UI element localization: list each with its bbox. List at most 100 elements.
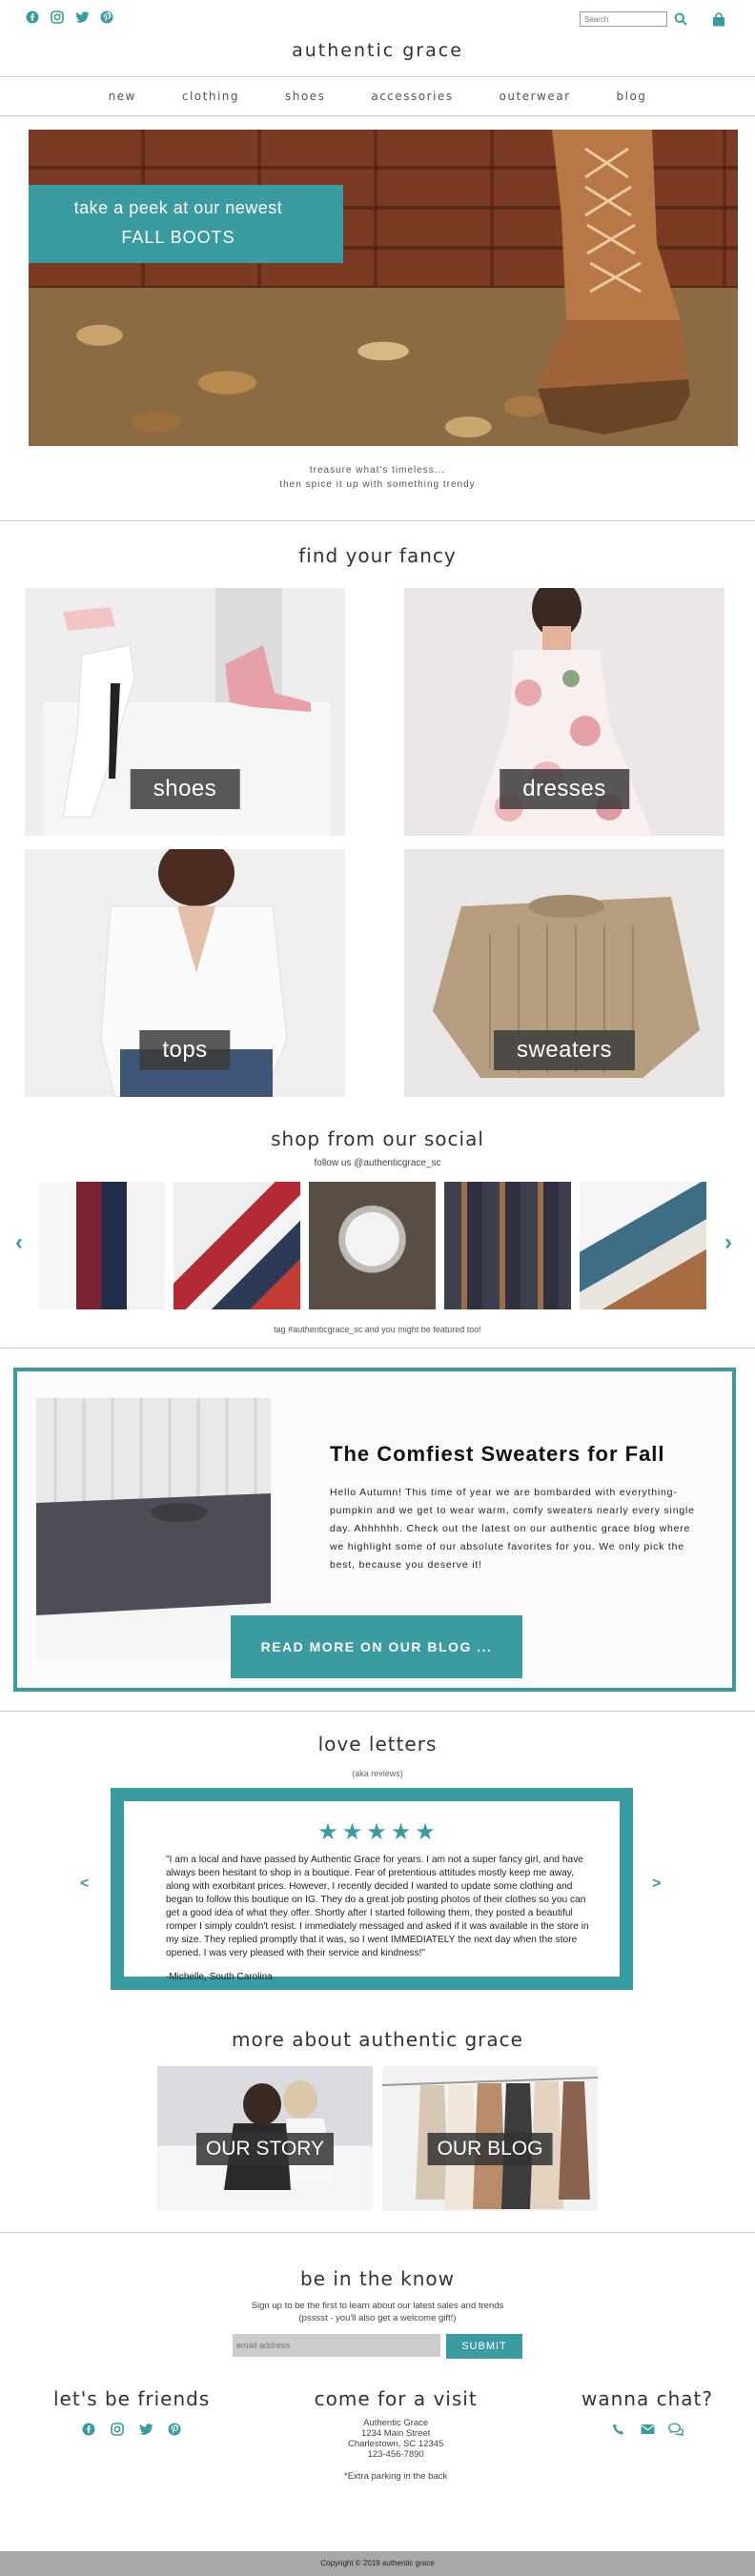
copyright-bar: Copyright © 2019 authentic grace	[0, 2551, 755, 2576]
footer-chat: wanna chat?	[582, 2387, 713, 2482]
category-card-shoes[interactable]: shoes	[25, 588, 345, 836]
newsletter-line-2: (psssst - you'll also get a welcome gift…	[298, 2313, 457, 2323]
facebook-icon[interactable]	[81, 2422, 96, 2437]
divider	[0, 520, 755, 521]
address-line: Authentic Grace	[363, 2418, 429, 2428]
tagline-line-1: treasure what's timeless...	[309, 465, 446, 476]
hero-line-1: take a peek at our newest	[73, 198, 283, 217]
social-post[interactable]	[444, 1182, 571, 1309]
address-line: Charlestown, SC 12345	[347, 2439, 444, 2449]
star-rating-icon: ★★★★★	[317, 1819, 439, 1845]
category-label-shoes: shoes	[130, 769, 240, 809]
nav-item-new[interactable]: new	[109, 90, 136, 103]
hero-callout[interactable]: take a peek at our newest FALL BOOTS	[29, 185, 343, 263]
social-post[interactable]	[173, 1182, 300, 1309]
category-label-dresses: dresses	[500, 769, 629, 809]
review-card: ★★★★★ "I am a local and have passed by A…	[111, 1788, 633, 1990]
nav-item-clothing[interactable]: clothing	[182, 90, 239, 103]
social-post[interactable]	[309, 1182, 436, 1309]
pinterest-icon[interactable]	[167, 2422, 182, 2437]
category-label-tops: tops	[139, 1030, 231, 1070]
review-prev-icon[interactable]: <	[80, 1876, 89, 1893]
friends-title: let's be friends	[53, 2387, 211, 2410]
nav-item-accessories[interactable]: accessories	[371, 90, 453, 103]
footer-friends: let's be friends	[53, 2387, 210, 2482]
divider	[0, 1711, 755, 1712]
twitter-icon[interactable]	[74, 10, 90, 25]
read-blog-button[interactable]: READ MORE ON OUR BLOG ...	[231, 1615, 522, 1678]
our-story-card[interactable]: OUR STORY	[157, 2066, 373, 2211]
fancy-title: find your fancy	[298, 544, 457, 567]
tagline: treasure what's timeless... then spice i…	[0, 463, 755, 492]
about-title: more about authentic grace	[232, 2028, 523, 2051]
carousel-prev-icon[interactable]: ‹	[15, 1229, 23, 1256]
social-links-top	[25, 10, 114, 25]
address-line: 1234 Main Street	[360, 2428, 431, 2439]
category-card-sweaters[interactable]: sweaters	[404, 849, 724, 1097]
hero-banner[interactable]: take a peek at our newest FALL BOOTS	[29, 130, 738, 446]
search-input[interactable]	[580, 11, 667, 27]
facebook-icon[interactable]	[25, 10, 40, 25]
twitter-icon[interactable]	[138, 2422, 153, 2437]
main-nav: new clothing shoes accessories outerwear…	[0, 76, 755, 116]
about-grid: OUR STORY OUR BLOG	[0, 2066, 755, 2211]
visit-title: come for a visit	[314, 2387, 478, 2410]
envelope-icon[interactable]	[640, 2422, 655, 2437]
footer-social-icons	[53, 2422, 210, 2437]
tag-note: tag #authenticgrace_sc and you might be …	[274, 1325, 481, 1334]
boot-image	[538, 130, 690, 435]
contact-icons	[582, 2422, 713, 2437]
footer-visit: come for a visit Authentic Grace 1234 Ma…	[315, 2387, 478, 2482]
our-story-label: OUR STORY	[195, 2133, 335, 2165]
footer: let's be friends come for a visit Authen…	[0, 2387, 755, 2482]
nav-item-shoes[interactable]: shoes	[285, 90, 325, 103]
phone-icon[interactable]	[611, 2422, 626, 2437]
shopping-bag-icon[interactable]	[711, 11, 726, 27]
search-area	[580, 11, 726, 27]
store-address: Authentic Grace 1234 Main Street Charles…	[315, 2418, 478, 2460]
social-carousel: ‹ ›	[0, 1182, 755, 1309]
reviews-subtitle: (aka reviews)	[352, 1769, 403, 1778]
fancy-grid: shoes dresses tops sweaters	[25, 588, 724, 1097]
nav-item-outerwear[interactable]: outerwear	[500, 90, 571, 103]
social-title: shop from our social	[271, 1127, 484, 1150]
subscribe-form: SUBMIT	[0, 2334, 755, 2359]
chat-title: wanna chat?	[582, 2387, 713, 2410]
social-post[interactable]	[580, 1182, 706, 1309]
search-icon[interactable]	[673, 11, 688, 27]
newsletter-line-1: Sign up to be the first to learn about o…	[251, 2301, 504, 2311]
category-label-sweaters: sweaters	[493, 1030, 636, 1070]
instagram-icon[interactable]	[110, 2422, 125, 2437]
brand-logo[interactable]: authentic grace	[0, 40, 755, 76]
review-text: "I am a local and have passed by Authent…	[166, 1855, 589, 1958]
hero-line-2: FALL BOOTS	[121, 228, 235, 247]
top-bar	[0, 0, 755, 38]
instagram-icon[interactable]	[50, 10, 65, 25]
carousel-thumbs	[38, 1182, 706, 1309]
our-blog-label: OUR BLOG	[427, 2133, 553, 2165]
category-card-tops[interactable]: tops	[25, 849, 345, 1097]
social-post[interactable]	[38, 1182, 165, 1309]
review-next-icon[interactable]: >	[652, 1876, 661, 1893]
nav-item-blog[interactable]: blog	[617, 90, 647, 103]
blog-feature: The Comfiest Sweaters for Fall Hello Aut…	[13, 1368, 736, 1692]
blog-title: The Comfiest Sweaters for Fall	[330, 1442, 665, 1466]
submit-button[interactable]: SUBMIT	[446, 2334, 522, 2359]
category-card-dresses[interactable]: dresses	[404, 588, 724, 836]
review-signature: -Michelle, South Carolina	[166, 1972, 273, 1982]
reviews-title: love letters	[317, 1733, 438, 1755]
chat-bubbles-icon[interactable]	[668, 2422, 684, 2437]
divider	[0, 2232, 755, 2233]
divider	[0, 1348, 755, 1349]
our-blog-card[interactable]: OUR BLOG	[382, 2066, 598, 2211]
social-follow[interactable]: follow us @authenticgrace_sc	[0, 1158, 755, 1168]
parking-note: *Extra parking in the back	[344, 2471, 448, 2482]
review-carousel: < ★★★★★ "I am a local and have passed by…	[0, 1788, 755, 1990]
phone-number[interactable]: 123-456-7890	[315, 2449, 478, 2460]
newsletter-text: Sign up to be the first to learn about o…	[0, 2300, 755, 2324]
email-field[interactable]	[233, 2334, 440, 2357]
review-content: ★★★★★ "I am a local and have passed by A…	[124, 1801, 620, 1982]
carousel-next-icon[interactable]: ›	[724, 1229, 732, 1256]
pinterest-icon[interactable]	[99, 10, 114, 25]
blog-text: Hello Autumn! This time of year we are b…	[330, 1487, 695, 1571]
